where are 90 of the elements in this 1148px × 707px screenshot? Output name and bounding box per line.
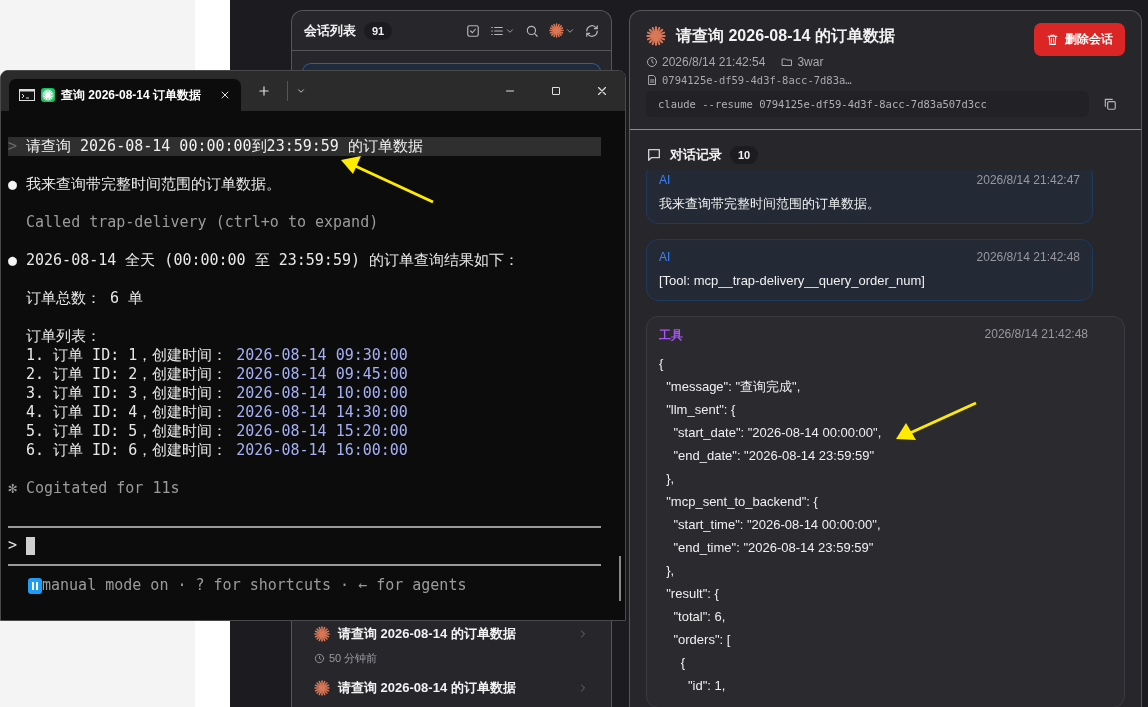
terminal-text: 订单总数： 6 单 bbox=[26, 289, 144, 308]
input-prompt: > bbox=[8, 536, 19, 555]
trash-icon bbox=[1046, 33, 1059, 46]
panel-title: 会话列表 bbox=[304, 21, 356, 40]
tab-title: 查询 2026-08-14 订单数据 bbox=[61, 86, 203, 104]
message-role: AI bbox=[659, 173, 671, 187]
burst-icon bbox=[314, 626, 330, 642]
terminal-text: 1. 订单 ID: 1，创建时间： bbox=[26, 346, 228, 365]
terminal-text: 2026-08-14 全天 (00:00:00 至 23:59:59) 的订单查询结果如下： bbox=[26, 251, 519, 270]
message-role: 工具 bbox=[659, 327, 683, 344]
line-marker: ● bbox=[8, 251, 19, 270]
resume-command: claude --resume 0794125e-df59-4d3f-8acc-7d83a507d3cc bbox=[646, 91, 1089, 117]
code-line: "start_time": "2026-08-14 00:00:00", bbox=[672, 516, 881, 534]
message-time: 2026/8/14 21:42:48 bbox=[984, 327, 1088, 343]
message-time: 2026/8/14 21:42:48 bbox=[976, 250, 1080, 264]
code-line: "id": 1, bbox=[686, 677, 726, 695]
code-line: "end_time": "2026-08-14 23:59:59" bbox=[672, 539, 874, 557]
order-time: 2026-08-14 16:00:00 bbox=[235, 441, 408, 460]
terminal-text: 4. 订单 ID: 4，创建时间： bbox=[26, 403, 228, 422]
terminal-text: 我来查询带完整时间范围的订单数据。 bbox=[26, 175, 281, 194]
search-button[interactable] bbox=[525, 23, 539, 38]
burst-icon bbox=[646, 26, 666, 46]
maximize-icon bbox=[550, 85, 562, 97]
code-line: }, bbox=[665, 470, 675, 488]
code-line: "start_date": "2026-08-14 00:00:00", bbox=[672, 424, 882, 442]
order-time: 2026-08-14 09:45:00 bbox=[235, 365, 408, 384]
session-item[interactable]: 请查询 2026-08-14 的订单数据 50 分钟前 bbox=[292, 622, 611, 676]
status-line: manual mode on · ? for shortcuts · ← for agents bbox=[42, 576, 467, 595]
line-marker: > bbox=[8, 137, 19, 156]
message-time: 2026/8/14 21:42:47 bbox=[976, 173, 1080, 187]
model-filter-button[interactable] bbox=[549, 23, 575, 38]
code-line: { bbox=[679, 654, 685, 672]
folder-icon bbox=[781, 56, 794, 68]
message-text: 我来查询带完整时间范围的订单数据。 bbox=[659, 195, 880, 213]
refresh-button[interactable] bbox=[585, 23, 599, 38]
console-icon bbox=[19, 89, 35, 101]
burst-icon bbox=[549, 23, 564, 38]
text-cursor bbox=[26, 536, 35, 555]
app-icon bbox=[41, 88, 55, 102]
terminal-text: Cogitated for 11s bbox=[26, 479, 180, 498]
code-line: "message": "查询完成", bbox=[665, 378, 801, 396]
line-marker: ✻ bbox=[8, 479, 19, 498]
plus-icon bbox=[257, 84, 271, 98]
clock-icon bbox=[646, 56, 658, 68]
clock-icon bbox=[314, 653, 325, 664]
code-line: "result": { bbox=[665, 585, 719, 603]
message-role: AI bbox=[659, 250, 671, 264]
code-line: "end_date": "2026-08-14 23:59:59" bbox=[672, 447, 875, 465]
code-line: { bbox=[659, 355, 664, 373]
scrollbar bbox=[619, 556, 621, 601]
order-time: 2026-08-14 10:00:00 bbox=[235, 384, 408, 403]
terminal-text: 订单列表： bbox=[26, 327, 101, 346]
session-item[interactable]: 请查询 2026-08-14 的订单数据 bbox=[292, 676, 611, 707]
terminal-text: 请查询 2026-08-14 00:00:00到23:59:59 的订单数据 bbox=[26, 137, 423, 156]
order-time: 2026-08-14 14:30:00 bbox=[235, 403, 408, 422]
message-text: [Tool: mcp__trap-delivery__query_order_num] bbox=[659, 272, 925, 290]
session-count: 91 bbox=[364, 21, 393, 40]
terminal-text: Called trap-delivery (ctrl+o to expand) bbox=[26, 213, 379, 232]
created-time: 2026/8/14 21:42:54 bbox=[662, 55, 766, 69]
terminal-text: 2. 订单 ID: 2，创建时间： bbox=[26, 365, 228, 384]
chat-icon bbox=[646, 147, 662, 163]
session-title: 请查询 2026-08-14 的订单数据 bbox=[338, 625, 516, 643]
delete-session-button[interactable]: 删除会话 bbox=[1034, 23, 1125, 56]
pause-icon bbox=[28, 577, 42, 594]
copy-button[interactable] bbox=[1103, 97, 1117, 111]
file-icon bbox=[646, 74, 658, 86]
order-time: 2026-08-14 09:30:00 bbox=[235, 346, 408, 365]
project-folder: 3war bbox=[797, 55, 824, 69]
select-button[interactable] bbox=[466, 23, 480, 38]
order-time: 2026-08-14 15:20:00 bbox=[235, 422, 408, 441]
burst-icon bbox=[314, 680, 330, 696]
history-title: 对话记录 bbox=[670, 146, 722, 164]
line-marker: ● bbox=[8, 175, 19, 194]
session-id: 0794125e-df59-4d3f-8acc-7d83a… bbox=[662, 74, 852, 86]
close-icon bbox=[595, 84, 609, 98]
close-icon[interactable] bbox=[219, 89, 231, 101]
session-title: 请查询 2026-08-14 的订单数据 bbox=[338, 679, 516, 697]
code-line: "total": 6, bbox=[672, 608, 726, 626]
session-time: 50 分钟前 bbox=[329, 651, 378, 666]
terminal-text: 3. 订单 ID: 3，创建时间： bbox=[26, 384, 228, 403]
terminal-text: 6. 订单 ID: 6，创建时间： bbox=[26, 441, 228, 460]
chevron-down-icon bbox=[296, 86, 306, 96]
code-line: "orders": [ bbox=[672, 631, 731, 649]
session-heading: 请查询 2026-08-14 的订单数据 bbox=[676, 26, 895, 46]
terminal-tab[interactable]: 查询 2026-08-14 订单数据 bbox=[9, 79, 241, 111]
code-line: "llm_sent": { bbox=[665, 401, 736, 419]
message-count: 10 bbox=[730, 146, 759, 164]
code-line: }, bbox=[665, 562, 675, 580]
code-line: "mcp_sent_to_backend": { bbox=[665, 493, 818, 511]
terminal-text: 5. 订单 ID: 5，创建时间： bbox=[26, 422, 228, 441]
